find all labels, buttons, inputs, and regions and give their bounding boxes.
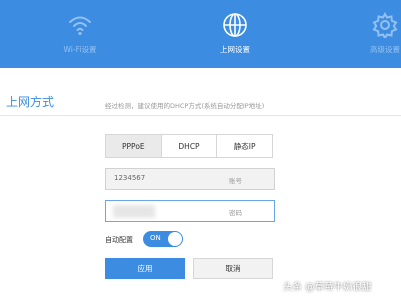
password-placeholder: 密码 — [229, 209, 242, 217]
password-field[interactable]: 密码 — [105, 200, 275, 222]
apply-button[interactable]: 应用 — [105, 258, 185, 279]
tab-dhcp[interactable]: DHCP — [162, 135, 218, 157]
watermark: 头条 @草莓牛奶很甜 — [283, 282, 372, 293]
password-masked-value — [113, 205, 155, 218]
tab-pppoe[interactable]: PPPoE — [106, 135, 162, 157]
page-title: 上网方式 — [6, 95, 55, 109]
nav-internet-label: 上网设置 — [220, 45, 250, 54]
auto-config-label: 自动配置 — [105, 236, 133, 244]
cancel-button[interactable]: 取消 — [193, 258, 273, 279]
divider — [0, 115, 401, 116]
nav-wifi-settings[interactable]: Wi-Fi设置 — [40, 0, 120, 68]
toggle-state-text: ON — [150, 234, 161, 242]
account-placeholder: 账号 — [229, 177, 242, 185]
nav-advanced-label: 高级设置 — [370, 45, 400, 54]
top-nav-bar: Wi-Fi设置 上网设置 高级设置 — [0, 0, 401, 68]
nav-advanced-settings[interactable]: 高级设置 — [355, 0, 401, 68]
nav-internet-settings[interactable]: 上网设置 — [195, 0, 275, 68]
account-field[interactable]: 1234567 账号 — [105, 168, 275, 190]
nav-wifi-label: Wi-Fi设置 — [63, 45, 97, 54]
gear-icon — [372, 12, 398, 38]
account-value: 1234567 — [114, 174, 146, 182]
wifi-icon — [69, 16, 91, 36]
connection-type-tabs: PPPoE DHCP 静态IP — [105, 134, 273, 158]
auto-config-toggle[interactable]: ON — [143, 231, 183, 247]
globe-icon — [223, 13, 247, 37]
toggle-knob — [168, 232, 182, 246]
tab-static-ip[interactable]: 静态IP — [217, 135, 272, 157]
detection-hint: 经过检测，建议使用的DHCP方式(系统自动分配IP地址) — [105, 102, 265, 110]
